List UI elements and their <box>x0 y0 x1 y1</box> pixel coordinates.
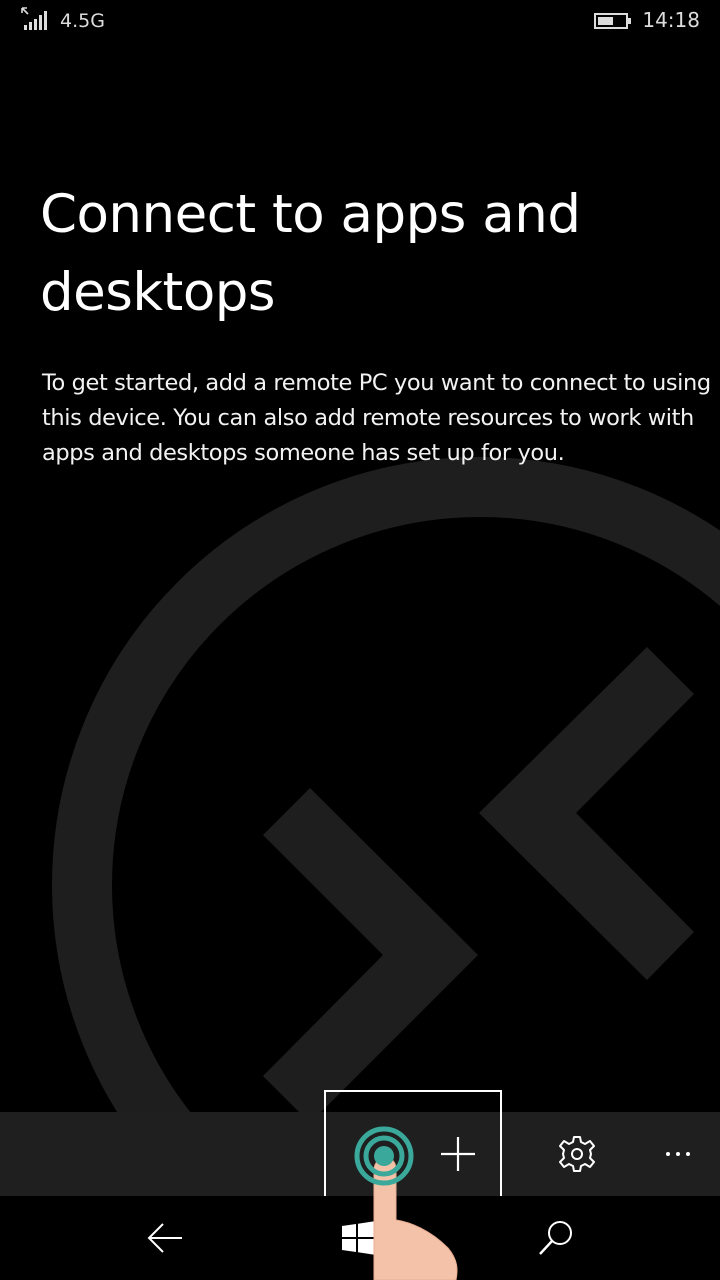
tap-gesture-indicator <box>354 1126 458 1280</box>
back-arrow-icon <box>147 1223 182 1253</box>
back-button[interactable] <box>120 1196 210 1280</box>
search-button[interactable] <box>511 1196 601 1280</box>
settings-button[interactable] <box>541 1112 613 1196</box>
more-icon <box>666 1152 690 1156</box>
gear-icon <box>559 1136 595 1172</box>
page-title: Connect to apps and desktops <box>40 184 581 323</box>
search-icon <box>539 1221 572 1255</box>
intro-description: To get started, add a remote PC you want… <box>42 370 711 466</box>
more-button[interactable] <box>642 1112 714 1196</box>
